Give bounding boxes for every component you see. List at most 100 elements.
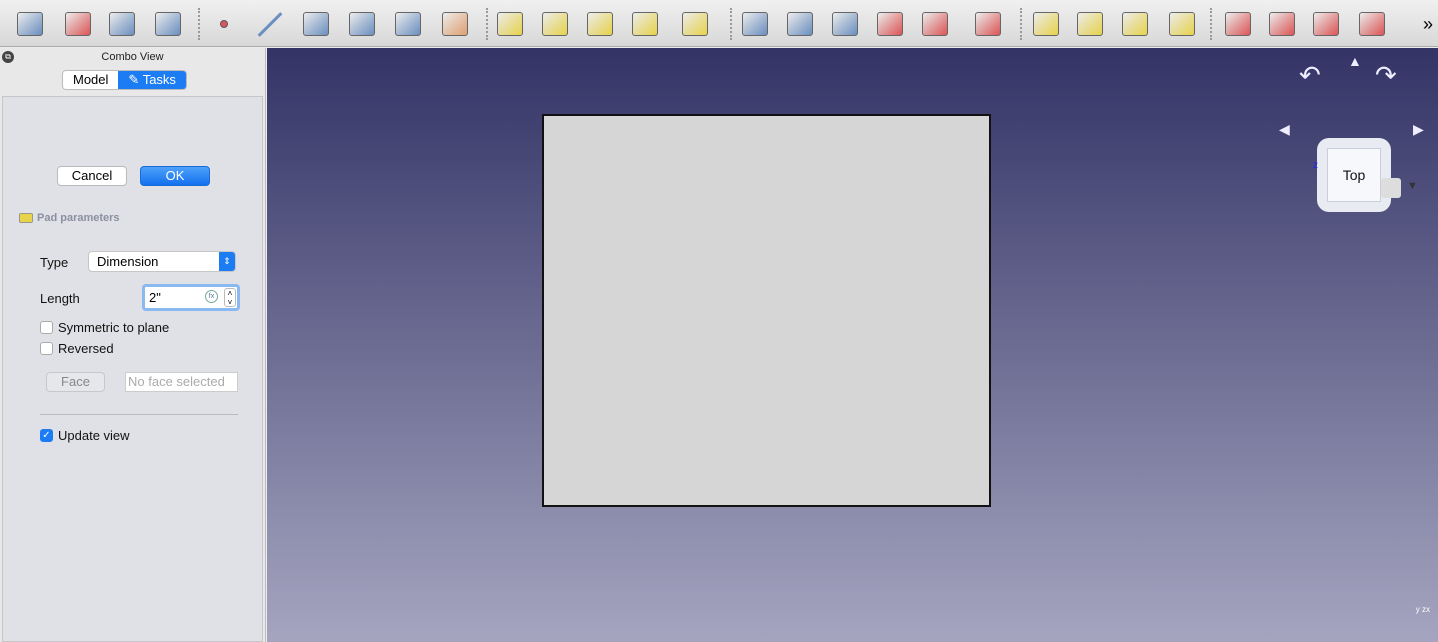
- additive-loft-icon: [587, 12, 613, 36]
- shape-binder-icon: [395, 12, 421, 36]
- thickness-button[interactable]: [1356, 8, 1388, 40]
- nav-up-arrow[interactable]: ▲: [1348, 53, 1362, 69]
- pad-icon: [19, 213, 33, 223]
- part-design-body-button[interactable]: [14, 8, 46, 40]
- local-coordinate-system-button[interactable]: [346, 8, 378, 40]
- datum-plane-button[interactable]: [300, 8, 332, 40]
- groove-button[interactable]: [829, 8, 861, 40]
- map-sketch-button[interactable]: [106, 8, 138, 40]
- pocket-button[interactable]: [739, 8, 771, 40]
- additive-pipe-icon: [632, 12, 658, 36]
- tab-tasks[interactable]: ✎ Tasks: [118, 71, 186, 89]
- subtractive-loft-button[interactable]: [874, 8, 906, 40]
- rotate-left-arrow[interactable]: ↶: [1299, 60, 1321, 91]
- groove-icon: [832, 12, 858, 36]
- datum-plane-icon: [303, 12, 329, 36]
- chevron-updown-icon: ⇕: [219, 252, 235, 271]
- axis-y: y: [1415, 605, 1420, 614]
- subtractive-pipe-icon: [922, 12, 948, 36]
- subtractive-primitive-button[interactable]: [972, 8, 1004, 40]
- toolbar-separator: [730, 8, 732, 40]
- additive-pipe-button[interactable]: [629, 8, 661, 40]
- datum-point-icon: [220, 20, 228, 28]
- subtractive-loft-icon: [877, 12, 903, 36]
- subtractive-pipe-button[interactable]: [919, 8, 951, 40]
- toolbar: »: [0, 0, 1438, 47]
- multi-transform-button[interactable]: [1166, 8, 1198, 40]
- ok-button[interactable]: OK: [140, 166, 210, 186]
- revolution-icon: [542, 12, 568, 36]
- view-menu-dropdown-icon[interactable]: ▼: [1407, 180, 1418, 192]
- rotate-right-arrow[interactable]: ↷: [1375, 60, 1397, 91]
- linear-pattern-button[interactable]: [1074, 8, 1106, 40]
- mirrored-button[interactable]: [1030, 8, 1062, 40]
- validate-sketch-icon: [155, 12, 181, 36]
- revolution-button[interactable]: [539, 8, 571, 40]
- symmetric-checkbox[interactable]: [40, 321, 53, 334]
- datum-line-icon: [257, 11, 283, 37]
- view-menu-cube-icon[interactable]: [1381, 178, 1401, 198]
- face-button[interactable]: Face: [46, 372, 105, 392]
- hole-icon: [787, 12, 813, 36]
- combo-view-panel: ⧉ Combo View Model ✎ Tasks Cancel OK Pad…: [0, 48, 266, 642]
- navigation-cube[interactable]: Top: [1317, 138, 1391, 212]
- pad-icon: [497, 12, 523, 36]
- pad-button[interactable]: [494, 8, 526, 40]
- fillet-button[interactable]: [1222, 8, 1254, 40]
- type-label: Type: [40, 255, 69, 270]
- tab-bar: Model ✎ Tasks: [62, 70, 187, 90]
- additive-primitive-button[interactable]: [679, 8, 711, 40]
- validate-sketch-button[interactable]: [152, 8, 184, 40]
- create-sketch-button[interactable]: [62, 8, 94, 40]
- panel-title: Combo View: [101, 51, 164, 63]
- hole-button[interactable]: [784, 8, 816, 40]
- thickness-icon: [1359, 12, 1385, 36]
- nav-left-arrow[interactable]: ◀: [1279, 121, 1290, 138]
- tasks-pane: Cancel OK Pad parameters Type Dimension ⇕…: [2, 96, 263, 642]
- type-value: Dimension: [97, 254, 159, 269]
- toolbar-separator: [486, 8, 488, 40]
- divider: [40, 414, 238, 415]
- map-sketch-icon: [109, 12, 135, 36]
- nav-right-arrow[interactable]: ▶: [1413, 121, 1424, 138]
- chamfer-button[interactable]: [1266, 8, 1298, 40]
- mirrored-icon: [1033, 12, 1059, 36]
- update-view-checkbox[interactable]: ✓: [40, 429, 53, 442]
- axis-indicator: y zx: [1416, 605, 1430, 614]
- expression-icon[interactable]: fx: [205, 290, 218, 303]
- draft-icon: [1313, 12, 1339, 36]
- reversed-label: Reversed: [58, 341, 114, 356]
- additive-loft-button[interactable]: [584, 8, 616, 40]
- face-field[interactable]: No face selected: [125, 372, 238, 392]
- chamfer-icon: [1269, 12, 1295, 36]
- tab-model[interactable]: Model: [63, 71, 119, 89]
- polar-pattern-button[interactable]: [1119, 8, 1151, 40]
- datum-line-button[interactable]: [254, 8, 286, 40]
- toolbar-separator: [198, 8, 200, 40]
- update-view-label: Update view: [58, 428, 130, 443]
- 3d-viewport[interactable]: ↶ ↷ ▲ ▼ ◀ ▶ Top z ▼ y zx: [267, 48, 1438, 642]
- toolbar-separator: [1210, 8, 1212, 40]
- toolbar-overflow-button[interactable]: »: [1412, 8, 1438, 40]
- part-design-body-icon: [17, 12, 43, 36]
- length-label: Length: [40, 291, 80, 306]
- length-field-wrapper: fx ˄˅: [142, 284, 240, 311]
- sketch-face[interactable]: [542, 114, 991, 507]
- draft-button[interactable]: [1310, 8, 1342, 40]
- clone-button[interactable]: [439, 8, 471, 40]
- axis-x: x: [1426, 605, 1430, 614]
- subtractive-primitive-icon: [975, 12, 1001, 36]
- toolbar-separator: [1020, 8, 1022, 40]
- restore-panel-icon[interactable]: ⧉: [2, 51, 14, 63]
- section-title: Pad parameters: [37, 212, 120, 224]
- type-select[interactable]: Dimension ⇕: [88, 251, 236, 272]
- clone-icon: [442, 12, 468, 36]
- shape-binder-button[interactable]: [392, 8, 424, 40]
- length-stepper[interactable]: ˄ ˅: [224, 288, 236, 307]
- multi-transform-icon: [1169, 12, 1195, 36]
- reversed-checkbox[interactable]: [40, 342, 53, 355]
- linear-pattern-icon: [1077, 12, 1103, 36]
- cancel-button[interactable]: Cancel: [57, 166, 127, 186]
- datum-point-button[interactable]: [208, 8, 240, 40]
- nav-cube-face[interactable]: Top: [1327, 148, 1381, 202]
